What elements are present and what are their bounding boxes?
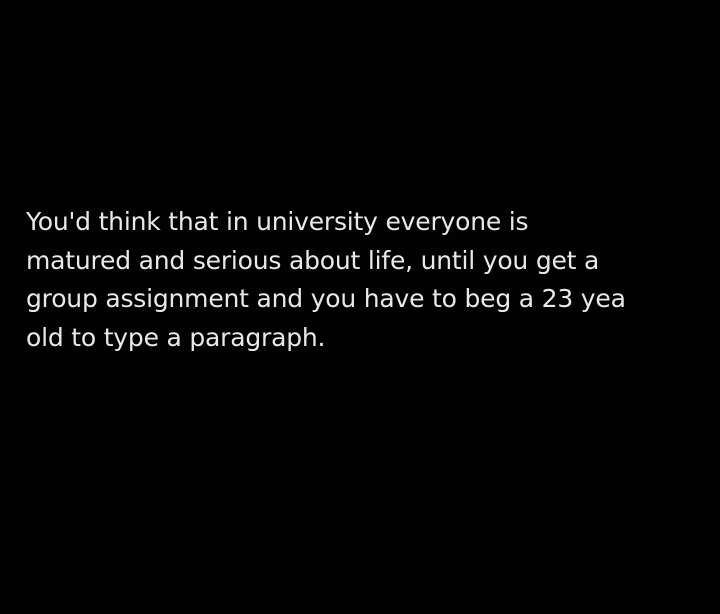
post-text: You'd think that in university everyone … [26,203,720,357]
post-screenshot: You'd think that in university everyone … [0,0,720,614]
post-text-line-3: group assignment and you have to beg a 2… [26,284,626,313]
post-text-line-1: You'd think that in university everyone … [26,207,529,236]
post-text-line-4: old to type a paragraph. [26,322,326,352]
post-text-line-2: matured and serious about life, until yo… [26,245,600,275]
